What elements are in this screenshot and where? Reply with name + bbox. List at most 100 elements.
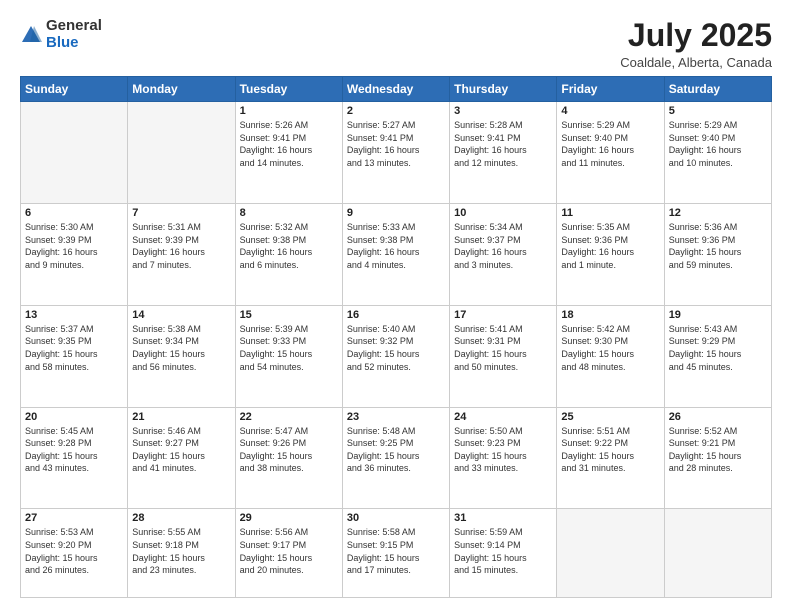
day-number: 25	[561, 411, 659, 423]
day-info: Sunrise: 5:58 AM Sunset: 9:15 PM Dayligh…	[347, 526, 445, 576]
calendar-cell: 6 Sunrise: 5:30 AM Sunset: 9:39 PM Daylig…	[21, 203, 128, 305]
calendar-cell: 14Sunrise: 5:38 AM Sunset: 9:34 PM Dayli…	[128, 305, 235, 407]
calendar-cell: 9 Sunrise: 5:33 AM Sunset: 9:38 PM Daylig…	[342, 203, 449, 305]
logo-icon	[20, 24, 42, 46]
calendar-cell	[128, 102, 235, 204]
calendar-cell: 8 Sunrise: 5:32 AM Sunset: 9:38 PM Daylig…	[235, 203, 342, 305]
calendar-cell: 4 Sunrise: 5:29 AM Sunset: 9:40 PM Daylig…	[557, 102, 664, 204]
day-number: 8	[240, 207, 338, 219]
calendar-cell: 15 Sunrise: 5:39 AM Sunset: 9:33 PM Dayli…	[235, 305, 342, 407]
logo: General Blue	[20, 18, 102, 51]
day-info: Sunrise: 5:29 AM Sunset: 9:40 PM Dayligh…	[561, 119, 659, 169]
col-saturday: Saturday	[664, 77, 771, 102]
day-info: Sunrise: 5:55 AM Sunset: 9:18 PM Dayligh…	[132, 526, 230, 576]
logo-text: General Blue	[46, 18, 102, 51]
day-number: 30	[347, 512, 445, 524]
day-info: Sunrise: 5:39 AM Sunset: 9:33 PM Dayligh…	[240, 323, 338, 373]
calendar-cell: 1 Sunrise: 5:26 AM Sunset: 9:41 PM Daylig…	[235, 102, 342, 204]
calendar-cell	[21, 102, 128, 204]
day-number: 21	[132, 411, 230, 423]
day-number: 27	[25, 512, 123, 524]
page: General Blue July 2025 Coaldale, Alberta…	[0, 0, 792, 612]
day-number: 13	[25, 309, 123, 321]
day-number: 3	[454, 105, 552, 117]
col-tuesday: Tuesday	[235, 77, 342, 102]
day-info: Sunrise: 5:29 AM Sunset: 9:40 PM Dayligh…	[669, 119, 767, 169]
day-number: 28	[132, 512, 230, 524]
day-info: Sunrise: 5:37 AM Sunset: 9:35 PM Dayligh…	[25, 323, 123, 373]
calendar-cell: 28 Sunrise: 5:55 AM Sunset: 9:18 PM Dayli…	[128, 509, 235, 598]
calendar-cell: 31Sunrise: 5:59 AM Sunset: 9:14 PM Dayli…	[450, 509, 557, 598]
day-info: Sunrise: 5:42 AM Sunset: 9:30 PM Dayligh…	[561, 323, 659, 373]
calendar-cell: 10Sunrise: 5:34 AM Sunset: 9:37 PM Dayli…	[450, 203, 557, 305]
calendar-cell	[664, 509, 771, 598]
day-info: Sunrise: 5:52 AM Sunset: 9:21 PM Dayligh…	[669, 425, 767, 475]
day-number: 15	[240, 309, 338, 321]
day-info: Sunrise: 5:48 AM Sunset: 9:25 PM Dayligh…	[347, 425, 445, 475]
calendar-cell: 20 Sunrise: 5:45 AM Sunset: 9:28 PM Dayli…	[21, 407, 128, 509]
col-friday: Friday	[557, 77, 664, 102]
day-info: Sunrise: 5:56 AM Sunset: 9:17 PM Dayligh…	[240, 526, 338, 576]
calendar-cell: 24 Sunrise: 5:50 AM Sunset: 9:23 PM Dayli…	[450, 407, 557, 509]
col-wednesday: Wednesday	[342, 77, 449, 102]
day-number: 5	[669, 105, 767, 117]
day-number: 1	[240, 105, 338, 117]
calendar-cell: 22 Sunrise: 5:47 AM Sunset: 9:26 PM Dayli…	[235, 407, 342, 509]
day-info: Sunrise: 5:35 AM Sunset: 9:36 PM Dayligh…	[561, 221, 659, 271]
calendar-cell: 25 Sunrise: 5:51 AM Sunset: 9:22 PM Dayli…	[557, 407, 664, 509]
col-thursday: Thursday	[450, 77, 557, 102]
day-info: Sunrise: 5:32 AM Sunset: 9:38 PM Dayligh…	[240, 221, 338, 271]
day-info: Sunrise: 5:26 AM Sunset: 9:41 PM Dayligh…	[240, 119, 338, 169]
calendar-cell: 18Sunrise: 5:42 AM Sunset: 9:30 PM Dayli…	[557, 305, 664, 407]
day-info: Sunrise: 5:53 AM Sunset: 9:20 PM Dayligh…	[25, 526, 123, 576]
header: General Blue July 2025 Coaldale, Alberta…	[20, 18, 772, 70]
calendar-cell: 29Sunrise: 5:56 AM Sunset: 9:17 PM Dayli…	[235, 509, 342, 598]
location-subtitle: Coaldale, Alberta, Canada	[620, 55, 772, 70]
calendar-cell: 13 Sunrise: 5:37 AM Sunset: 9:35 PM Dayli…	[21, 305, 128, 407]
day-info: Sunrise: 5:50 AM Sunset: 9:23 PM Dayligh…	[454, 425, 552, 475]
day-number: 9	[347, 207, 445, 219]
title-block: July 2025 Coaldale, Alberta, Canada	[620, 18, 772, 70]
day-info: Sunrise: 5:31 AM Sunset: 9:39 PM Dayligh…	[132, 221, 230, 271]
day-info: Sunrise: 5:46 AM Sunset: 9:27 PM Dayligh…	[132, 425, 230, 475]
calendar-cell: 16Sunrise: 5:40 AM Sunset: 9:32 PM Dayli…	[342, 305, 449, 407]
day-number: 6	[25, 207, 123, 219]
calendar-cell	[557, 509, 664, 598]
col-sunday: Sunday	[21, 77, 128, 102]
calendar-cell: 19Sunrise: 5:43 AM Sunset: 9:29 PM Dayli…	[664, 305, 771, 407]
calendar-cell: 12Sunrise: 5:36 AM Sunset: 9:36 PM Dayli…	[664, 203, 771, 305]
day-number: 7	[132, 207, 230, 219]
day-number: 24	[454, 411, 552, 423]
day-info: Sunrise: 5:43 AM Sunset: 9:29 PM Dayligh…	[669, 323, 767, 373]
day-number: 12	[669, 207, 767, 219]
day-info: Sunrise: 5:28 AM Sunset: 9:41 PM Dayligh…	[454, 119, 552, 169]
day-number: 20	[25, 411, 123, 423]
day-number: 4	[561, 105, 659, 117]
day-info: Sunrise: 5:34 AM Sunset: 9:37 PM Dayligh…	[454, 221, 552, 271]
day-info: Sunrise: 5:45 AM Sunset: 9:28 PM Dayligh…	[25, 425, 123, 475]
day-number: 22	[240, 411, 338, 423]
calendar-cell: 30 Sunrise: 5:58 AM Sunset: 9:15 PM Dayli…	[342, 509, 449, 598]
calendar-cell: 11Sunrise: 5:35 AM Sunset: 9:36 PM Dayli…	[557, 203, 664, 305]
day-info: Sunrise: 5:33 AM Sunset: 9:38 PM Dayligh…	[347, 221, 445, 271]
day-info: Sunrise: 5:47 AM Sunset: 9:26 PM Dayligh…	[240, 425, 338, 475]
day-number: 16	[347, 309, 445, 321]
day-number: 17	[454, 309, 552, 321]
calendar-cell: 5 Sunrise: 5:29 AM Sunset: 9:40 PM Daylig…	[664, 102, 771, 204]
calendar-cell: 2Sunrise: 5:27 AM Sunset: 9:41 PM Daylig…	[342, 102, 449, 204]
day-number: 14	[132, 309, 230, 321]
month-title: July 2025	[620, 18, 772, 53]
calendar-cell: 26 Sunrise: 5:52 AM Sunset: 9:21 PM Dayli…	[664, 407, 771, 509]
calendar-cell: 23 Sunrise: 5:48 AM Sunset: 9:25 PM Dayli…	[342, 407, 449, 509]
day-number: 31	[454, 512, 552, 524]
col-monday: Monday	[128, 77, 235, 102]
calendar-cell: 17 Sunrise: 5:41 AM Sunset: 9:31 PM Dayli…	[450, 305, 557, 407]
day-info: Sunrise: 5:27 AM Sunset: 9:41 PM Dayligh…	[347, 119, 445, 169]
logo-general-text: General	[46, 17, 102, 34]
day-number: 23	[347, 411, 445, 423]
day-info: Sunrise: 5:51 AM Sunset: 9:22 PM Dayligh…	[561, 425, 659, 475]
calendar-header-row: Sunday Monday Tuesday Wednesday Thursday…	[21, 77, 772, 102]
day-number: 26	[669, 411, 767, 423]
day-info: Sunrise: 5:41 AM Sunset: 9:31 PM Dayligh…	[454, 323, 552, 373]
day-info: Sunrise: 5:30 AM Sunset: 9:39 PM Dayligh…	[25, 221, 123, 271]
